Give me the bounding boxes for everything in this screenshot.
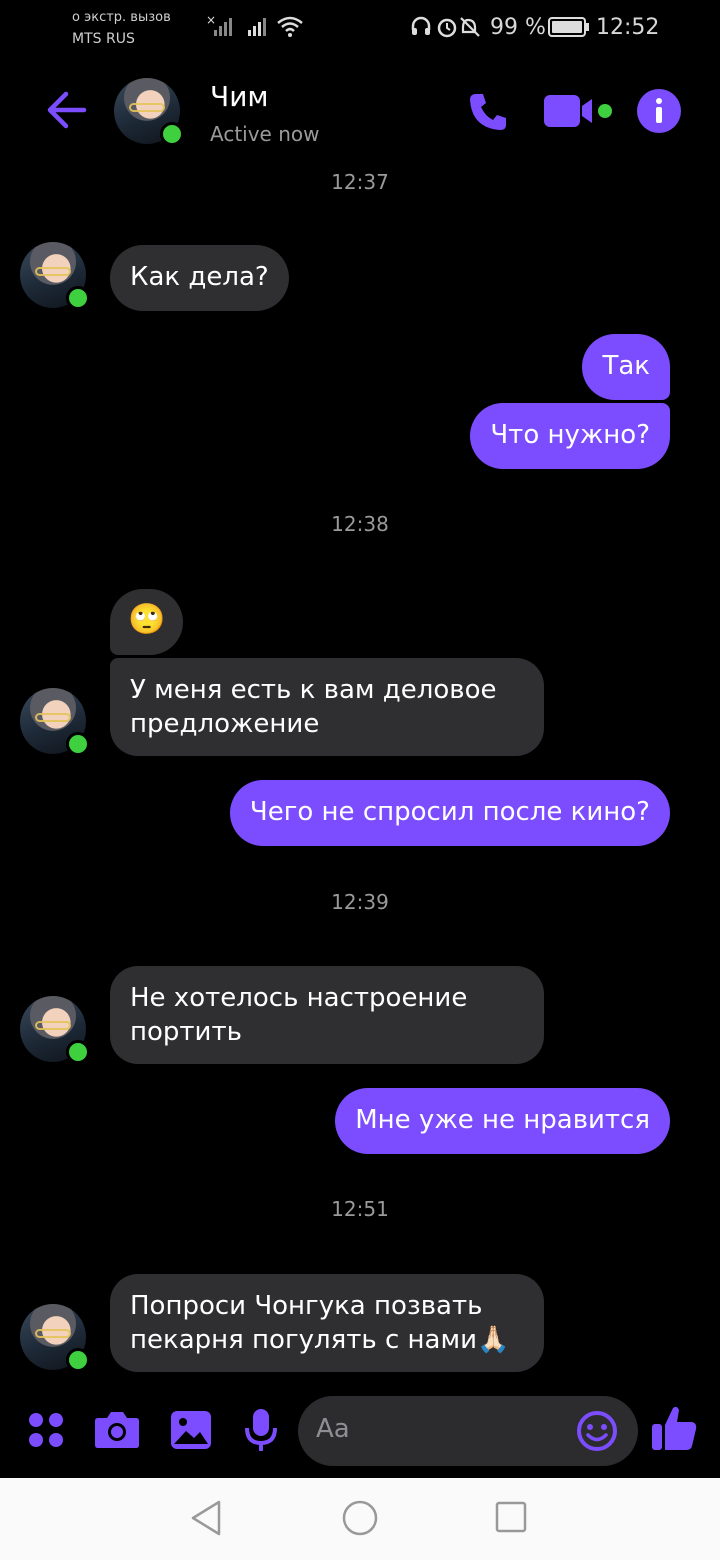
back-arrow-icon[interactable] <box>44 88 88 132</box>
outgoing-message[interactable]: Что нужно? <box>470 403 670 469</box>
svg-text:×: × <box>206 14 216 27</box>
battery-percent: 99 % <box>490 15 546 40</box>
clock: 12:52 <box>596 15 660 40</box>
incoming-message[interactable]: Попроси Чонгука позвать пекарня погулять… <box>110 1274 544 1372</box>
contact-name[interactable]: Чим <box>210 80 269 113</box>
phone-icon[interactable] <box>466 90 510 134</box>
wifi-icon <box>277 16 303 37</box>
online-indicator <box>66 286 90 310</box>
incoming-message[interactable]: Как дела? <box>110 245 289 311</box>
timestamp: 12:39 <box>331 890 389 914</box>
online-indicator <box>66 732 90 756</box>
contact-status: Active now <box>210 122 320 146</box>
apps-grid-icon[interactable] <box>28 1412 64 1448</box>
gallery-icon[interactable] <box>170 1410 212 1450</box>
timestamp: 12:51 <box>331 1197 389 1221</box>
incoming-emoji-message[interactable]: 🙄 <box>110 589 184 655</box>
online-indicator <box>66 1348 90 1372</box>
video-camera-icon[interactable] <box>544 92 614 132</box>
sender-avatar[interactable] <box>20 1304 90 1372</box>
signal-strength-icon-1: × <box>206 14 232 36</box>
signal-strength-icon-2 <box>248 18 266 36</box>
online-indicator <box>160 122 184 146</box>
home-circle-icon[interactable] <box>341 1499 379 1537</box>
battery-icon <box>548 17 589 37</box>
recents-square-icon[interactable] <box>494 1500 528 1536</box>
incoming-message[interactable]: Не хотелось настроение портить <box>110 966 544 1064</box>
emoji-icon[interactable] <box>576 1410 618 1452</box>
message-input-placeholder: Aa <box>316 1414 350 1444</box>
incoming-message[interactable]: У меня есть к вам деловое предложение <box>110 658 544 756</box>
info-icon[interactable] <box>636 88 682 134</box>
camera-icon[interactable] <box>94 1408 140 1450</box>
outgoing-message[interactable]: Чего не спросил после кино? <box>229 780 670 846</box>
timestamp: 12:37 <box>331 170 389 194</box>
outgoing-message[interactable]: Мне уже не нравится <box>335 1088 670 1154</box>
sender-avatar[interactable] <box>20 688 90 756</box>
system-nav-bar <box>0 1478 720 1560</box>
sender-avatar[interactable] <box>20 242 90 310</box>
headset-alarm-mute-icons <box>411 16 480 38</box>
contact-avatar[interactable] <box>114 78 184 146</box>
sender-avatar[interactable] <box>20 996 90 1064</box>
message-input[interactable]: Aa <box>298 1396 638 1466</box>
microphone-icon[interactable] <box>244 1408 278 1454</box>
carrier-name: MTS RUS <box>72 31 135 47</box>
outgoing-message[interactable]: Так <box>582 334 670 400</box>
back-triangle-icon[interactable] <box>188 1498 224 1538</box>
emergency-call-text: о экстр. вызов <box>72 10 171 25</box>
thumbs-up-icon[interactable] <box>650 1404 698 1454</box>
timestamp: 12:38 <box>331 512 389 536</box>
online-indicator <box>66 1040 90 1064</box>
